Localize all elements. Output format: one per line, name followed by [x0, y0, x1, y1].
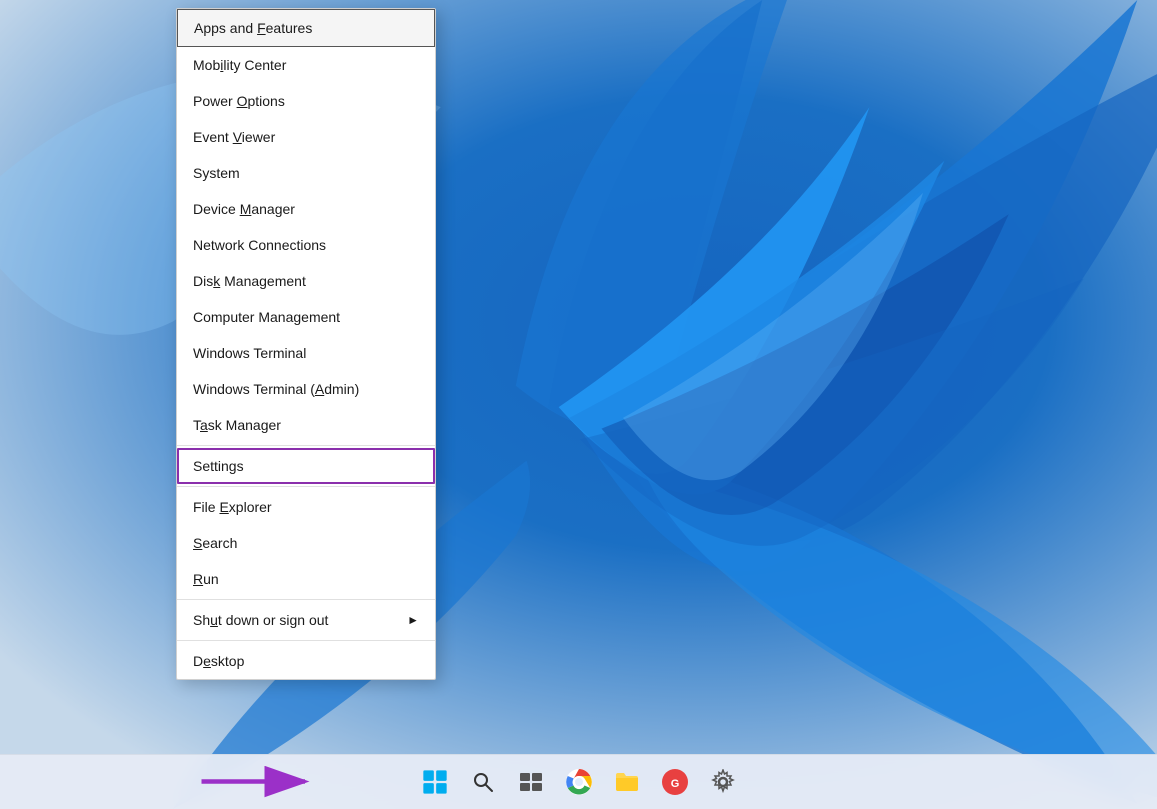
menu-item-label: Task Manager	[193, 417, 281, 433]
gear-icon	[710, 769, 736, 795]
menu-item-label: Windows Terminal (Admin)	[193, 381, 359, 397]
menu-item-power-options[interactable]: Power Options	[177, 83, 435, 119]
mnemonic-r: R	[193, 571, 203, 587]
menu-item-label: Device Manager	[193, 201, 295, 217]
menu-item-shut-down[interactable]: Shut down or sign out ►	[177, 602, 435, 638]
menu-item-disk-management[interactable]: Disk Management	[177, 263, 435, 299]
git-icon: G	[661, 768, 689, 796]
menu-item-windows-terminal-admin[interactable]: Windows Terminal (Admin)	[177, 371, 435, 407]
menu-item-search[interactable]: Search	[177, 525, 435, 561]
menu-item-network-connections[interactable]: Network Connections	[177, 227, 435, 263]
task-view-icon	[519, 770, 543, 794]
menu-item-computer-management[interactable]: Computer Management	[177, 299, 435, 335]
menu-item-windows-terminal[interactable]: Windows Terminal	[177, 335, 435, 371]
menu-divider-2	[177, 486, 435, 487]
menu-divider-1	[177, 445, 435, 446]
menu-item-desktop[interactable]: Desktop	[177, 643, 435, 679]
search-button[interactable]	[463, 762, 503, 802]
desktop: Apps and Features Mobility Center Power …	[0, 0, 1157, 809]
mnemonic-u: u	[210, 612, 218, 628]
menu-item-label: System	[193, 165, 240, 181]
mnemonic-e: E	[219, 499, 228, 515]
menu-item-mobility-center[interactable]: Mobility Center	[177, 47, 435, 83]
menu-item-label: Apps and Features	[194, 20, 312, 36]
context-menu: Apps and Features Mobility Center Power …	[176, 8, 436, 680]
menu-item-event-viewer[interactable]: Event Viewer	[177, 119, 435, 155]
mnemonic-a: A	[315, 381, 324, 397]
menu-divider-3	[177, 599, 435, 600]
git-app-button[interactable]: G	[655, 762, 695, 802]
mnemonic-i: i	[220, 57, 223, 73]
menu-item-settings[interactable]: Settings	[177, 448, 435, 484]
mnemonic-a2: a	[200, 417, 208, 433]
settings-gear-button[interactable]	[703, 762, 743, 802]
menu-item-label: Power Options	[193, 93, 285, 109]
menu-item-label: Disk Management	[193, 273, 306, 289]
menu-divider-4	[177, 640, 435, 641]
mnemonic-k: k	[213, 273, 220, 289]
taskbar: G	[0, 754, 1157, 809]
search-icon	[472, 771, 494, 793]
menu-item-apps-features[interactable]: Apps and Features	[177, 9, 435, 47]
mnemonic-e2: e	[203, 653, 211, 669]
mnemonic-f: F	[257, 20, 266, 36]
mnemonic-v: V	[233, 129, 242, 145]
menu-item-label: Network Connections	[193, 237, 326, 253]
mnemonic-m: M	[240, 201, 252, 217]
menu-item-run[interactable]: Run	[177, 561, 435, 597]
file-explorer-button[interactable]	[607, 762, 647, 802]
menu-item-task-manager[interactable]: Task Manager	[177, 407, 435, 443]
menu-item-file-explorer[interactable]: File Explorer	[177, 489, 435, 525]
mnemonic-o: O	[237, 93, 248, 109]
menu-item-label: Mobility Center	[193, 57, 286, 73]
arrow-annotation	[200, 759, 320, 804]
arrow-icon	[200, 759, 320, 804]
menu-item-label: Computer Management	[193, 309, 340, 325]
folder-icon	[614, 769, 640, 795]
submenu-arrow-icon: ►	[407, 613, 419, 627]
menu-item-label: Desktop	[193, 653, 244, 669]
chrome-button[interactable]	[559, 762, 599, 802]
svg-text:G: G	[670, 778, 679, 790]
menu-item-label: File Explorer	[193, 499, 272, 515]
menu-item-label: Windows Terminal	[193, 345, 306, 361]
start-button[interactable]	[415, 762, 455, 802]
task-view-button[interactable]	[511, 762, 551, 802]
menu-item-system[interactable]: System	[177, 155, 435, 191]
mnemonic-s: S	[193, 535, 202, 551]
menu-item-label: Search	[193, 535, 237, 551]
chrome-icon	[565, 768, 593, 796]
menu-item-label: Run	[193, 571, 219, 587]
wallpaper	[0, 0, 1157, 809]
menu-item-device-manager[interactable]: Device Manager	[177, 191, 435, 227]
menu-item-label: Event Viewer	[193, 129, 275, 145]
menu-item-label: Shut down or sign out	[193, 612, 328, 628]
menu-item-label: Settings	[193, 458, 244, 474]
